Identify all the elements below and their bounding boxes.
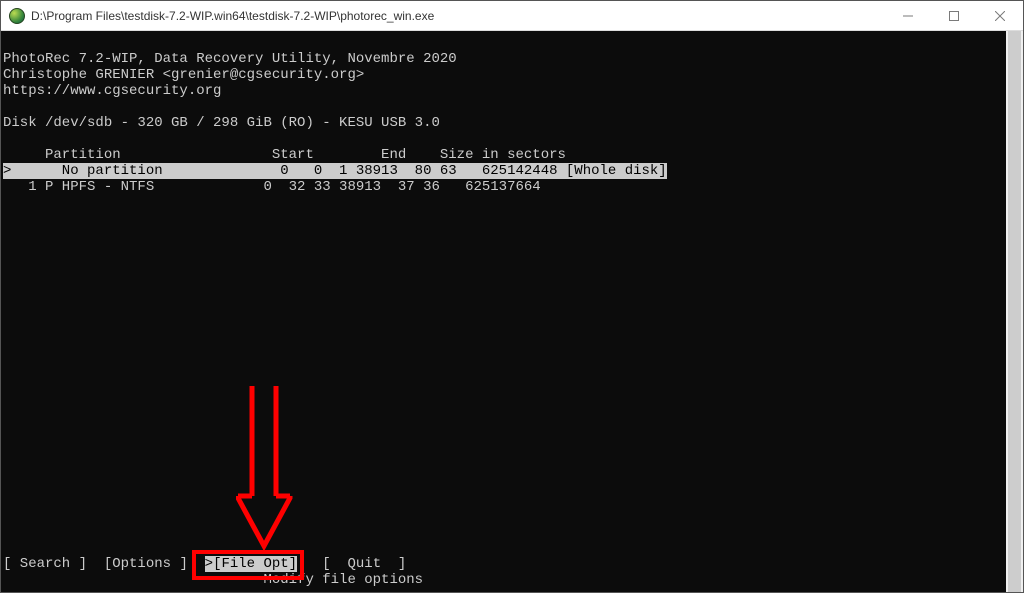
- app-window: D:\Program Files\testdisk-7.2-WIP.win64\…: [0, 0, 1024, 593]
- minimize-button[interactable]: [885, 1, 931, 30]
- menu-search[interactable]: [ Search ]: [3, 556, 87, 572]
- minimize-icon: [903, 11, 913, 21]
- menu-options[interactable]: [Options ]: [104, 556, 188, 572]
- menu-quit[interactable]: [ Quit ]: [322, 556, 406, 572]
- window-controls: [885, 1, 1023, 30]
- partition-row-selected[interactable]: > No partition 0 0 1 38913 80 63 6251424…: [3, 163, 667, 179]
- menu-file-opt[interactable]: [File Opt]: [213, 556, 297, 572]
- partition-row[interactable]: 1 P HPFS - NTFS 0 32 33 38913 37 36 6251…: [3, 179, 541, 195]
- maximize-icon: [949, 11, 959, 21]
- status-text: Modify file options: [3, 572, 1006, 588]
- close-icon: [995, 11, 1005, 21]
- close-button[interactable]: [977, 1, 1023, 30]
- disk-info: Disk /dev/sdb - 320 GB / 298 GiB (RO) - …: [3, 115, 440, 131]
- app-icon: [9, 8, 25, 24]
- table-header: Partition Start End Size in sectors: [3, 147, 566, 163]
- annotation-arrow-icon: [236, 386, 296, 566]
- terminal[interactable]: PhotoRec 7.2-WIP, Data Recovery Utility,…: [1, 31, 1006, 592]
- menu-file-opt-prefix: >: [205, 556, 213, 572]
- vertical-scrollbar[interactable]: [1006, 31, 1023, 592]
- window-title: D:\Program Files\testdisk-7.2-WIP.win64\…: [31, 9, 885, 23]
- titlebar[interactable]: D:\Program Files\testdisk-7.2-WIP.win64\…: [1, 1, 1023, 31]
- header-line-1: PhotoRec 7.2-WIP, Data Recovery Utility,…: [3, 51, 457, 67]
- terminal-container: PhotoRec 7.2-WIP, Data Recovery Utility,…: [1, 31, 1023, 592]
- menu-bar: [ Search ] [Options ] >[File Opt] [ Quit…: [3, 556, 406, 572]
- maximize-button[interactable]: [931, 1, 977, 30]
- header-line-2: Christophe GRENIER <grenier@cgsecurity.o…: [3, 67, 364, 83]
- scrollbar-thumb[interactable]: [1008, 31, 1021, 592]
- header-line-3: https://www.cgsecurity.org: [3, 83, 221, 99]
